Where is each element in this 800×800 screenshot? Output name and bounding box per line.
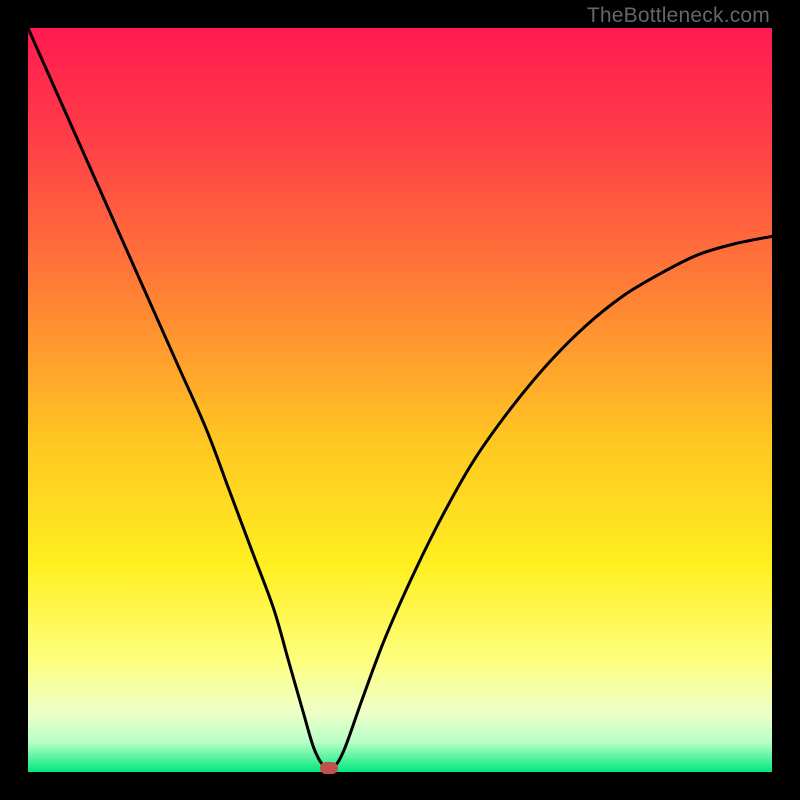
chart-background bbox=[28, 28, 772, 772]
watermark-text: TheBottleneck.com bbox=[587, 4, 770, 28]
optimal-point-marker bbox=[320, 762, 338, 774]
bottleneck-chart bbox=[28, 28, 772, 772]
chart-frame bbox=[28, 28, 772, 772]
